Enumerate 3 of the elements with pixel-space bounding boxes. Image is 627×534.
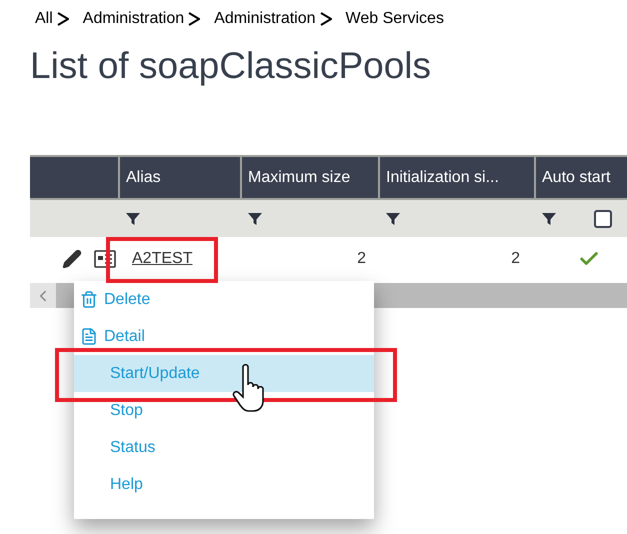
page-title: List of soapClassicPools xyxy=(29,44,432,88)
table-cell-text: 2 xyxy=(356,249,367,269)
table-cell-text: 2 xyxy=(510,249,521,269)
